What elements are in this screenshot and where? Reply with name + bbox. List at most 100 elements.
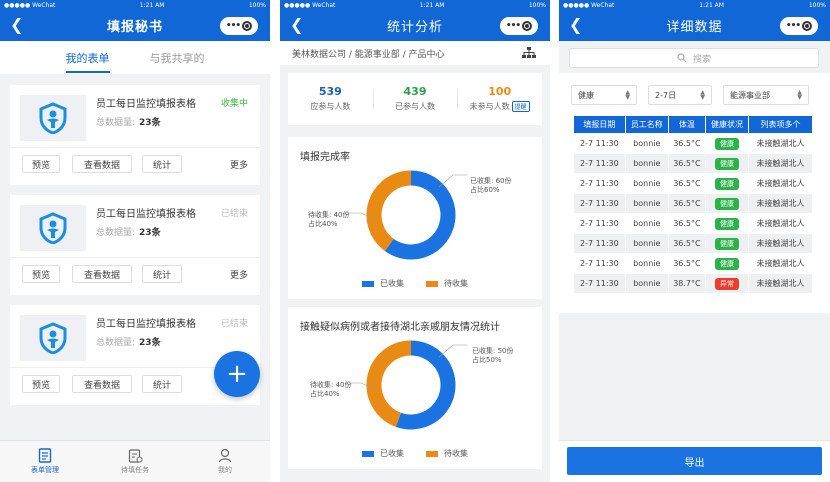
- more-link[interactable]: 更多: [230, 268, 248, 281]
- org-tree-icon[interactable]: [522, 47, 536, 58]
- view-data-button[interactable]: 查看数据: [72, 375, 132, 393]
- table-cell: bonnie: [624, 233, 669, 254]
- donut-slice-pending: [366, 340, 412, 427]
- tabbar-label: 表单管理: [31, 466, 59, 474]
- more-link[interactable]: 更多: [230, 158, 248, 171]
- health-filter-select[interactable]: 健康 ▲ ▼: [571, 85, 637, 105]
- donut-slice-collected: [384, 170, 456, 260]
- statistics-button[interactable]: 统计: [142, 375, 182, 393]
- status-badge: 已结束: [220, 319, 248, 329]
- sort-arrows-icon: ▲ ▼: [625, 89, 630, 101]
- close-circle-icon[interactable]: [522, 21, 533, 31]
- statistics-button[interactable]: 统计: [142, 265, 182, 283]
- card-actions: 预览 查看数据 统计 更多: [10, 257, 260, 295]
- export-button[interactable]: 导出: [567, 447, 822, 475]
- date-filter-select[interactable]: 2-7日 ▲ ▼: [648, 85, 712, 105]
- export-bar: 导出: [559, 440, 830, 482]
- tabbar-item-me[interactable]: 我的: [180, 441, 270, 482]
- table-cell: 2-7 11:30: [573, 173, 626, 194]
- nav-bar: ❮ 统计分析 •••: [280, 10, 550, 41]
- status-badge: 已结束: [220, 209, 248, 219]
- sort-arrows-icon: ▲ ▼: [797, 89, 802, 101]
- table-cell: 未接触湖北人: [748, 153, 813, 174]
- stat-expected: 539 应参与人数: [288, 73, 373, 125]
- view-data-button[interactable]: 查看数据: [72, 265, 132, 283]
- table-row[interactable]: 2-7 11:30 bonnie 38.7°C 异常 未接触湖北人: [573, 273, 813, 294]
- close-circle-icon[interactable]: [802, 21, 813, 31]
- table-row[interactable]: 2-7 11:30 bonnie 36.5°C 健康 未接触湖北人: [573, 153, 813, 174]
- user-icon: [218, 448, 232, 463]
- nav-bar: ❮ 详细数据 •••: [559, 10, 830, 41]
- tab-shared-with-me[interactable]: 与我共享的: [150, 43, 205, 73]
- column-header[interactable]: 填报日期: [573, 115, 626, 134]
- table-row[interactable]: 2-7 11:30 bonnie 36.5°C 健康 未接触湖北人: [573, 173, 813, 194]
- shield-person-icon: [39, 212, 67, 244]
- preview-button[interactable]: 预览: [22, 375, 60, 393]
- table-row[interactable]: 2-7 11:30 bonnie 36.5°C 健康 未接触湖北人: [573, 133, 813, 154]
- more-dots-icon[interactable]: •••: [506, 21, 521, 31]
- table-cell: 2-7 11:30: [573, 213, 626, 234]
- chart-card: 接触疑似病例或者接待湖北亲戚朋友情况统计 已收集: 50份 占比50% 待收集: …: [288, 307, 542, 469]
- column-header[interactable]: 员工名称: [624, 115, 669, 134]
- table-row[interactable]: 2-7 11:30 bonnie 36.5°C 健康 未接触湖北人: [573, 193, 813, 214]
- view-data-button[interactable]: 查看数据: [72, 155, 132, 173]
- form-card[interactable]: 员工每日监控填报表格 收集中 总数据量: 23条 预览 查看数据 统计 更多: [10, 85, 260, 185]
- table-cell: bonnie: [624, 133, 669, 154]
- filter-bar: 健康 ▲ ▼ 2-7日 ▲ ▼ 能源事业部 ▲ ▼: [559, 73, 830, 115]
- form-thumbnail: [20, 95, 86, 141]
- close-circle-icon[interactable]: [242, 21, 253, 31]
- miniprogram-capsule[interactable]: •••: [780, 17, 818, 35]
- column-header[interactable]: 体温: [667, 115, 706, 134]
- battery: 100%: [248, 1, 266, 9]
- screen-form-list: ●●●●● WeChat 1:21 AM 100% ❮ 填报秘书 ••• 我的表…: [0, 0, 270, 482]
- preview-button[interactable]: 预览: [22, 155, 60, 173]
- carrier: ●●●●● WeChat: [4, 1, 56, 9]
- health-status-badge: 健康: [714, 237, 739, 250]
- clock: 1:21 AM: [139, 1, 165, 9]
- table-cell: bonnie: [624, 193, 669, 214]
- table-cell: 健康: [704, 253, 750, 274]
- add-form-button[interactable]: +: [214, 351, 260, 397]
- data-count: 总数据量: 23条: [96, 228, 161, 238]
- back-icon[interactable]: ❮: [10, 15, 23, 34]
- column-header[interactable]: 列表项多个: [748, 115, 813, 134]
- breadcrumb-text: 美林数据公司 / 能源事业部 / 产品中心: [292, 49, 445, 60]
- carrier: ●●●●● WeChat: [284, 1, 336, 9]
- tabbar-item-form-management[interactable]: 表单管理: [0, 441, 90, 482]
- table-cell: 未接触湖北人: [748, 253, 813, 274]
- department-filter-select[interactable]: 能源事业部 ▲ ▼: [723, 85, 809, 105]
- miniprogram-capsule[interactable]: •••: [220, 17, 258, 35]
- clock: 1:21 AM: [419, 1, 445, 9]
- tab-my-forms[interactable]: 我的表单: [65, 43, 110, 73]
- table-cell: 2-7 11:30: [573, 253, 626, 274]
- column-header[interactable]: 健康状况: [704, 115, 750, 134]
- preview-button[interactable]: 预览: [22, 265, 60, 283]
- table-cell: 2-7 11:30: [573, 153, 626, 174]
- table-row[interactable]: 2-7 11:30 bonnie 36.5°C 健康 未接触湖北人: [573, 253, 813, 274]
- more-dots-icon[interactable]: •••: [226, 21, 241, 31]
- tabbar-item-pending-tasks[interactable]: 待填任务: [90, 441, 180, 482]
- table-cell: 36.5°C: [667, 193, 706, 214]
- plus-icon: +: [226, 359, 248, 389]
- form-card[interactable]: 员工每日监控填报表格 已结束 总数据量: 23条 预览 查看数据 统计 更多: [10, 195, 260, 295]
- table-cell: 健康: [704, 193, 750, 214]
- back-icon[interactable]: ❮: [290, 15, 303, 34]
- table-row[interactable]: 2-7 11:30 bonnie 36.5°C 健康 未接触湖北人: [573, 233, 813, 254]
- search-input[interactable]: 搜索: [569, 48, 819, 68]
- table-cell: 2-7 11:30: [573, 273, 626, 294]
- back-icon[interactable]: ❮: [569, 15, 582, 34]
- collected-annotation: 已收集: 50份 占比50%: [472, 347, 514, 364]
- legend-item-collected: 已收集: [362, 448, 404, 459]
- shield-person-icon: [39, 322, 67, 354]
- miniprogram-capsule[interactable]: •••: [500, 17, 538, 35]
- pending-annotation: 待收集: 40份 占比40%: [310, 381, 352, 398]
- table-row[interactable]: 2-7 11:30 bonnie 36.5°C 健康 未接触湖北人: [573, 213, 813, 234]
- table-cell: 未接触湖北人: [748, 173, 813, 194]
- more-dots-icon[interactable]: •••: [786, 21, 801, 31]
- collected-annotation: 已收集: 60份 占比60%: [470, 177, 512, 194]
- table-cell: bonnie: [624, 173, 669, 194]
- statistics-button[interactable]: 统计: [142, 155, 182, 173]
- table-cell: 36.5°C: [667, 253, 706, 274]
- remind-button[interactable]: 提醒: [511, 101, 530, 112]
- stat-not-participated: 100 未参与人数 提醒: [457, 73, 542, 125]
